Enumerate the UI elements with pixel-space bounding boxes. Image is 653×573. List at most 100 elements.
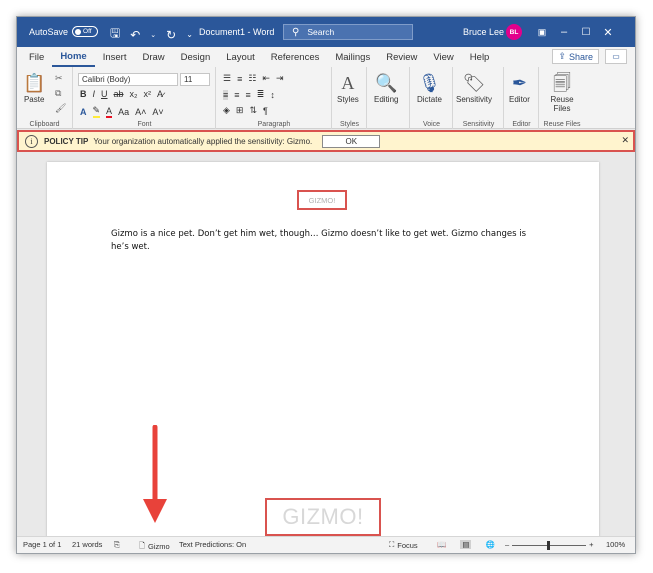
policy-ok-button[interactable]: OK [322, 134, 381, 148]
info-icon: i [25, 134, 38, 148]
styles-button[interactable]: A Styles [337, 71, 359, 104]
tab-view[interactable]: View [425, 47, 461, 67]
sort-icon[interactable]: ⇅ [249, 105, 257, 116]
avatar[interactable]: BL [506, 24, 522, 40]
ribbon-display-icon[interactable]: ▣ [531, 22, 553, 42]
close-icon[interactable]: ✕ [597, 22, 619, 42]
page-count[interactable]: Page 1 of 1 [23, 540, 61, 549]
font-size-select[interactable]: 11 [180, 73, 210, 86]
find-icon: 🔍 [375, 73, 398, 93]
multilevel-list-icon[interactable]: ☷ [248, 73, 256, 84]
cut-icon[interactable]: ✂ [55, 73, 66, 84]
save-icon[interactable]: 🖫 [110, 24, 120, 45]
reuse-files-button[interactable]: 🗐 Reuse Files [546, 71, 578, 113]
shrink-font-icon[interactable]: A˅ [152, 107, 163, 117]
comments-button[interactable]: ▭ [605, 49, 627, 64]
user-name[interactable]: Bruce Lee [463, 27, 504, 37]
tab-review[interactable]: Review [378, 47, 425, 67]
customize-toolbar-icon[interactable]: ⌄ [186, 30, 193, 39]
sensitivity-status[interactable]: 🗋 Gizmo [139, 540, 170, 553]
zoom-slider-thumb[interactable] [547, 540, 551, 550]
search-icon: ⚲ [292, 26, 300, 38]
shading-icon[interactable]: ◈ [223, 105, 230, 116]
zoom-out-icon[interactable]: – [505, 540, 509, 549]
sensitivity-status-label: Gizmo [148, 542, 170, 551]
format-painter-icon[interactable]: 🖌 [55, 103, 66, 114]
underline-icon[interactable]: U [101, 89, 108, 99]
sensitivity-button[interactable]: 🏷 Sensitivity [456, 71, 492, 104]
bold-icon[interactable]: B [80, 89, 87, 99]
highlight-icon[interactable]: ✎ [92, 105, 101, 118]
red-arrow-annotation [143, 425, 167, 523]
show-marks-icon[interactable]: ¶ [263, 106, 268, 116]
undo-icon[interactable]: ↶ [130, 28, 140, 42]
tab-draw[interactable]: Draw [134, 47, 172, 67]
focus-button[interactable]: ⛶ Focus [389, 540, 418, 550]
tab-home[interactable]: Home [52, 47, 95, 67]
policy-tip-message: Your organization automatically applied … [93, 136, 313, 146]
zoom-slider[interactable] [512, 540, 587, 550]
read-mode-icon[interactable]: 📖 [437, 540, 446, 549]
align-center-icon[interactable]: ≡ [234, 90, 239, 100]
document-title: Document1 - Word [199, 27, 275, 37]
tab-design[interactable]: Design [173, 47, 219, 67]
line-spacing-icon[interactable]: ↕ [270, 90, 275, 100]
subscript-icon[interactable]: x₂ [130, 89, 138, 99]
sensitivity-status-icon: 🗋 [139, 541, 146, 550]
superscript-icon[interactable]: x² [144, 89, 152, 99]
italic-icon[interactable]: I [93, 89, 96, 99]
dictate-label: Dictate [417, 95, 442, 104]
font-color-icon[interactable]: A [106, 106, 113, 118]
autosave-control[interactable]: AutoSave Off [29, 26, 99, 37]
editor-button[interactable]: ✒ Editor [509, 71, 530, 104]
strikethrough-icon[interactable]: ab [114, 89, 124, 99]
tab-insert[interactable]: Insert [95, 47, 135, 67]
minimize-icon[interactable]: – [553, 22, 575, 42]
focus-icon: ⛶ [389, 540, 395, 549]
policy-tip-title: POLICY TIP [44, 136, 89, 146]
copy-icon[interactable]: ⧉ [55, 88, 66, 99]
change-case-icon[interactable]: Aa [118, 107, 129, 117]
undo-dropdown-icon[interactable]: ⌄ [150, 31, 156, 39]
styles-icon: A [341, 73, 355, 93]
dictate-button[interactable]: 🎙 Dictate [417, 71, 442, 104]
web-layout-icon[interactable]: 🌐 [485, 540, 494, 549]
editing-button[interactable]: 🔍 Editing [374, 71, 398, 104]
maximize-icon[interactable]: ☐ [575, 22, 597, 42]
search-box[interactable]: ⚲ Search [283, 24, 413, 40]
focus-label: Focus [397, 540, 418, 550]
tab-file[interactable]: File [21, 47, 52, 67]
justify-icon[interactable]: ≣ [257, 89, 265, 100]
tab-layout[interactable]: Layout [218, 47, 263, 67]
text-predictions-status[interactable]: Text Predictions: On [179, 540, 246, 549]
tab-mailings[interactable]: Mailings [327, 47, 378, 67]
word-count[interactable]: 21 words [72, 540, 102, 549]
zoom-in-icon[interactable]: + [589, 540, 593, 549]
document-body-text[interactable]: Gizmo is a nice pet. Don’t get him wet, … [111, 228, 531, 254]
proofing-icon[interactable]: ⎘ [114, 540, 120, 550]
share-button[interactable]: ⇪ Share [552, 49, 599, 64]
editing-group: 🔍 Editing [368, 67, 410, 129]
grow-font-icon[interactable]: A˄ [135, 107, 146, 117]
redo-icon[interactable]: ↻ [166, 28, 176, 42]
share-icon: ⇪ [558, 51, 566, 61]
ribbon-tabs: File Home Insert Draw Design Layout Refe… [17, 47, 635, 67]
print-layout-icon[interactable]: ▤ [460, 540, 472, 549]
paste-button[interactable]: 📋 Paste [23, 71, 45, 104]
decrease-indent-icon[interactable]: ⇤ [262, 73, 270, 84]
borders-icon[interactable]: ⊞ [236, 105, 244, 116]
tab-help[interactable]: Help [462, 47, 498, 67]
text-effects-icon[interactable]: A [80, 107, 87, 117]
autosave-toggle[interactable]: Off [72, 26, 99, 37]
zoom-level[interactable]: 100% [606, 540, 625, 549]
bullets-icon[interactable]: ☰ [223, 73, 231, 84]
font-name-select[interactable]: Calibri (Body) [78, 73, 178, 86]
policy-close-icon[interactable]: ✕ [621, 135, 629, 146]
align-left-icon[interactable]: ≡ [223, 89, 229, 100]
tab-references[interactable]: References [263, 47, 328, 67]
numbering-icon[interactable]: ≡ [237, 74, 242, 84]
align-right-icon[interactable]: ≡ [246, 90, 251, 100]
clear-formatting-icon[interactable]: A̷ [157, 89, 163, 99]
increase-indent-icon[interactable]: ⇥ [276, 73, 284, 84]
document-page[interactable]: GIZMO! Gizmo is a nice pet. Don’t get hi… [47, 162, 599, 538]
